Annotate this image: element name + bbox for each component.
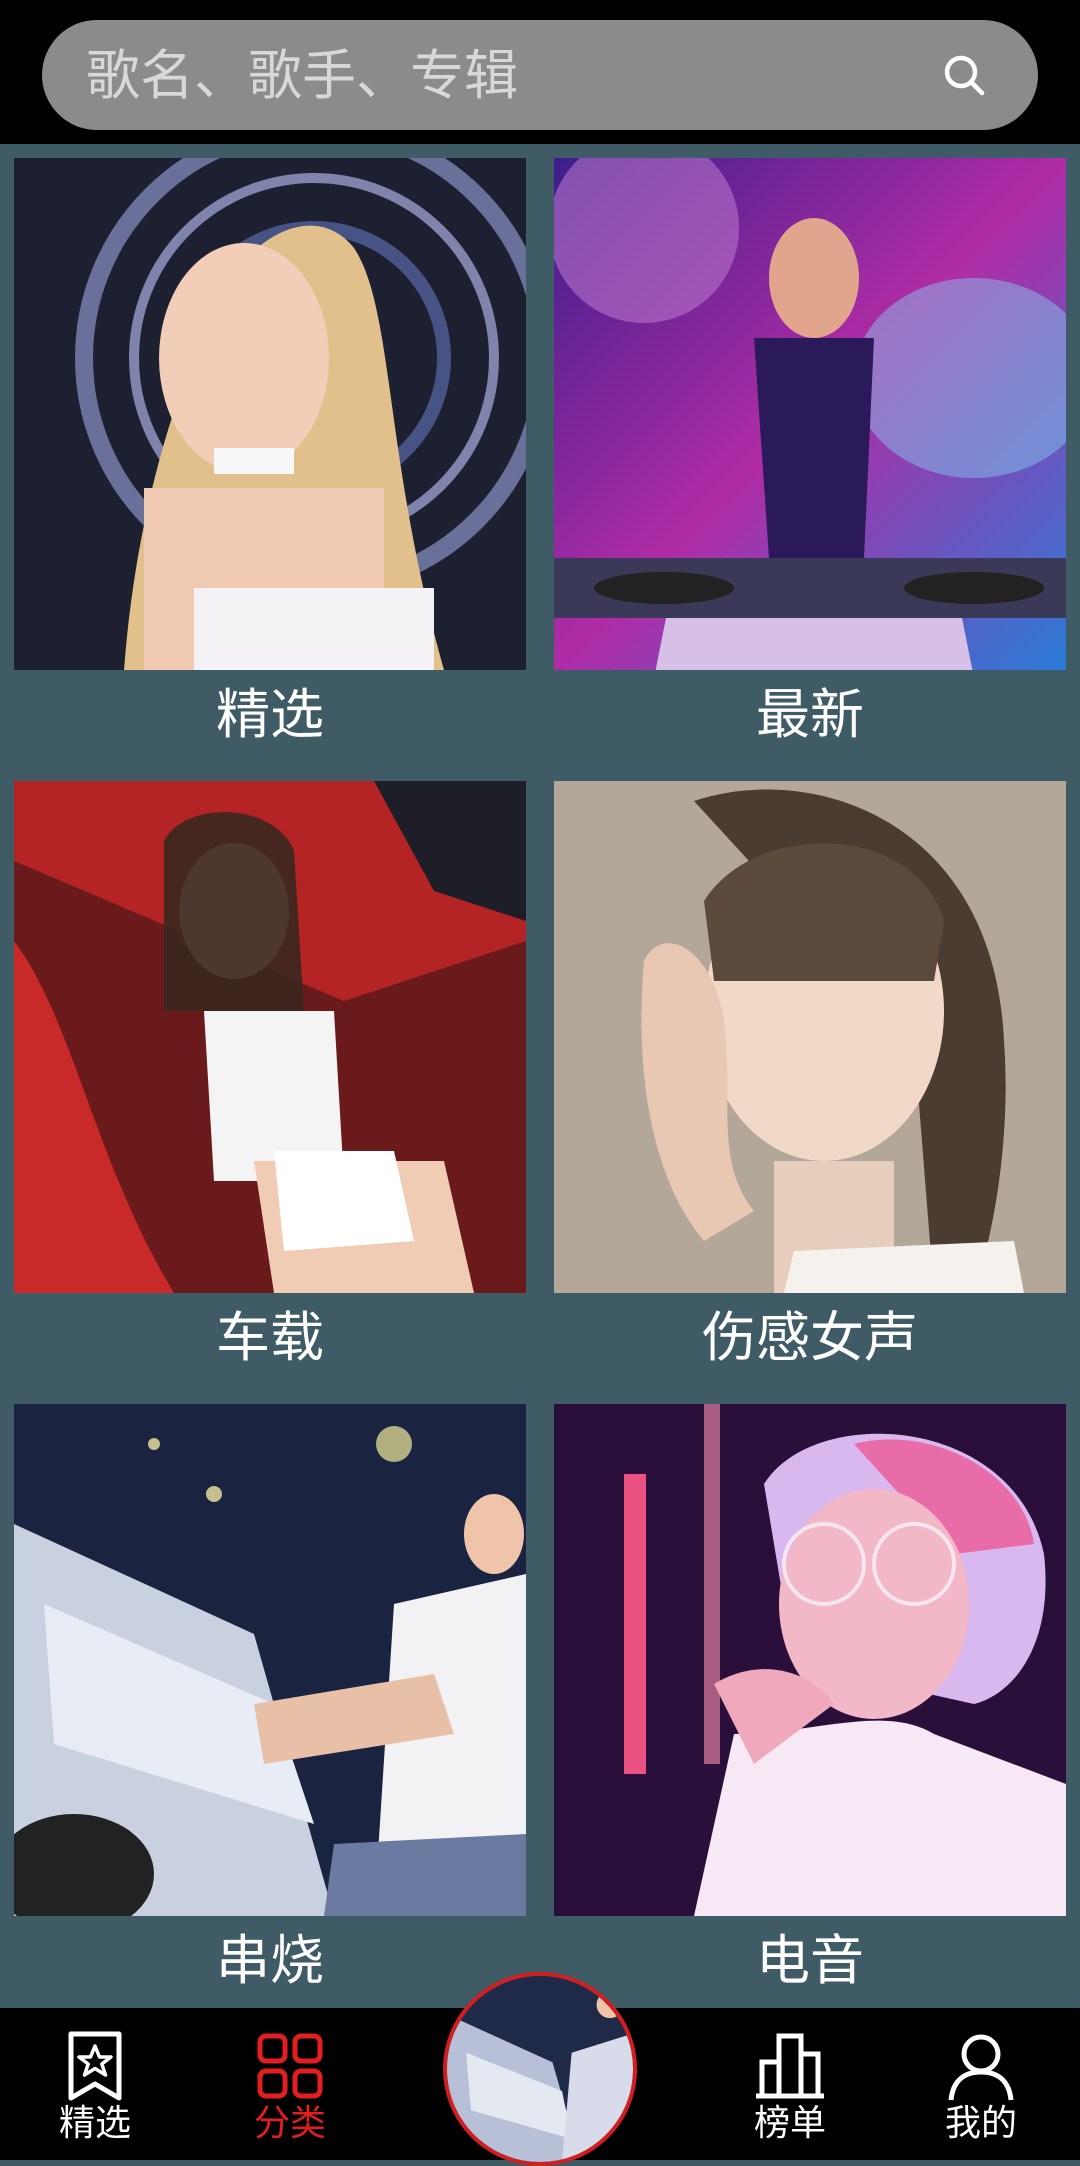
bookmark-star-icon — [68, 2031, 122, 2101]
top-bar — [0, 0, 1080, 144]
tab-mine[interactable]: 我的 — [916, 2030, 1046, 2146]
user-icon — [948, 2034, 1014, 2101]
category-cover-image[interactable] — [554, 1404, 1066, 1916]
tab-charts[interactable]: 榜单 — [725, 2030, 855, 2146]
category-label: 伤感女声 — [702, 1306, 918, 1369]
category-label: 最新 — [756, 683, 864, 746]
category-card-latest[interactable]: 最新 — [554, 158, 1066, 760]
category-card-featured[interactable]: 精选 — [14, 158, 526, 760]
category-cover-image[interactable] — [14, 1404, 526, 1916]
category-label: 电音 — [756, 1929, 864, 1992]
tab-label: 精选 — [58, 2103, 131, 2144]
category-cover-image[interactable] — [554, 781, 1066, 1293]
category-label: 精选 — [216, 683, 324, 746]
tab-featured[interactable]: 精选 — [30, 2030, 160, 2146]
bar-chart-icon — [756, 2033, 824, 2099]
category-card-electronic[interactable]: 电音 — [554, 1404, 1066, 2006]
now-playing-cover — [447, 1976, 633, 2162]
search-input[interactable] — [84, 42, 908, 108]
category-card-car[interactable]: 车载 — [14, 781, 526, 1383]
tab-label: 分类 — [253, 2103, 326, 2144]
now-playing-disc[interactable] — [443, 1972, 637, 2166]
category-cover-image[interactable] — [14, 781, 526, 1293]
tab-label: 我的 — [944, 2103, 1017, 2144]
category-label: 车载 — [216, 1306, 324, 1369]
category-label: 串烧 — [216, 1929, 324, 1992]
search-icon[interactable] — [942, 53, 986, 97]
tab-label: 榜单 — [753, 2103, 826, 2144]
category-cover-image[interactable] — [554, 158, 1066, 670]
category-card-sad-female[interactable]: 伤感女声 — [554, 781, 1066, 1383]
category-cover-image[interactable] — [14, 158, 526, 670]
tab-category[interactable]: 分类 — [225, 2030, 355, 2146]
grid-icon — [257, 2033, 323, 2099]
category-card-medley[interactable]: 串烧 — [14, 1404, 526, 2006]
search-bar[interactable] — [42, 20, 1038, 130]
